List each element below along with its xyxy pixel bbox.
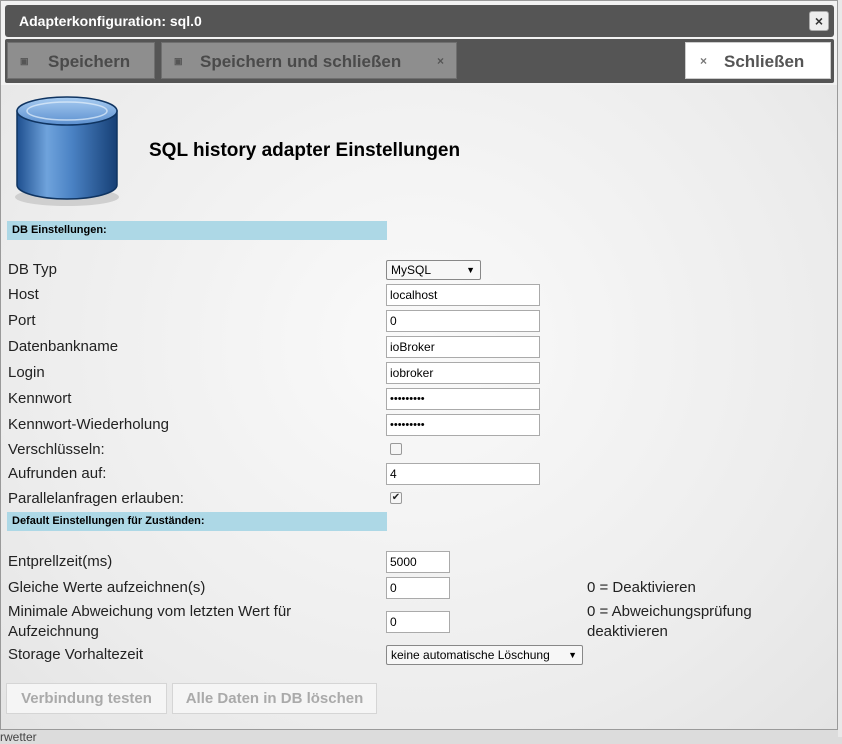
min-change-label-line1: Minimale Abweichung vom letzten Wert für [8,603,292,620]
save-and-close-label: Speichern und schließen [200,52,402,71]
host-input[interactable]: localhost [386,284,540,306]
chevron-down-icon: ▼ [568,650,577,660]
min-change-label-line2: Aufzeichnung [8,623,99,640]
password-input[interactable]: ••••••••• [386,388,540,410]
section-header-defaults: Default Einstellungen für Zuständen: [7,512,387,531]
host-label: Host [8,286,39,303]
dbname-label: Datenbankname [8,338,119,355]
parallel-label: Parallelanfragen erlauben: [8,490,184,507]
background-text: rwetter [0,730,37,744]
close-icon: × [700,54,708,68]
dialog-title: Adapterkonfiguration: sql.0 [19,13,202,29]
round-label: Aufrunden auf: [8,465,107,482]
port-input[interactable]: 0 [386,310,540,332]
db-type-value: MySQL [391,263,432,277]
save-icon: ▣ [174,56,183,66]
save-and-close-button[interactable]: ▣ Speichern und schließen × [161,42,457,79]
round-input[interactable]: 4 [386,463,540,485]
adapter-config-dialog: Adapterkonfiguration: sql.0 × ▣ Speicher… [0,0,838,730]
debounce-input[interactable]: 5000 [386,551,450,573]
encrypt-label: Verschlüsseln: [8,441,105,458]
min-change-hint-line1: 0 = Abweichungsprüfung [587,603,752,620]
section-header-db: DB Einstellungen: [7,221,387,240]
parallel-checkbox[interactable]: ✔ [390,492,402,504]
close-button-label: Schließen [724,52,805,71]
retention-value: keine automatische Löschung [391,648,550,662]
min-change-hint-line2: deaktivieren [587,623,668,640]
same-values-input[interactable]: 0 [386,577,450,599]
encrypt-checkbox[interactable] [390,443,402,455]
min-change-input[interactable]: 0 [386,611,450,633]
close-button[interactable]: × Schließen [685,42,831,79]
login-input[interactable]: iobroker [386,362,540,384]
save-button[interactable]: ▣ Speichern [7,42,155,79]
debounce-label: Entprellzeit(ms) [8,553,113,570]
database-icon [15,96,119,206]
same-values-label: Gleiche Werte aufzeichnen(s) [8,579,206,596]
retention-select[interactable]: keine automatische Löschung ▼ [386,645,583,665]
same-values-hint: 0 = Deaktivieren [587,579,696,596]
background-scroll-area [838,0,842,737]
close-icon: × [436,54,444,68]
db-type-label: DB Typ [8,261,57,278]
chevron-down-icon: ▼ [466,265,475,275]
checkmark-icon: ✔ [391,492,401,503]
save-icon: ▣ [20,56,29,66]
save-button-label: Speichern [48,52,131,71]
dialog-close-icon[interactable]: × [809,11,829,31]
password-repeat-label: Kennwort-Wiederholung [8,416,169,433]
dialog-toolbar: ▣ Speichern ▣ Speichern und schließen × … [5,39,834,83]
test-connection-button[interactable]: Verbindung testen [6,683,167,714]
dialog-titlebar: Adapterkonfiguration: sql.0 × [5,5,834,37]
retention-label: Storage Vorhaltezeit [8,646,144,663]
settings-content: SQL history adapter Einstellungen DB Ein… [1,85,837,729]
login-label: Login [8,364,45,381]
password-repeat-input[interactable]: ••••••••• [386,414,540,436]
port-label: Port [8,312,36,329]
page-title: SQL history adapter Einstellungen [149,140,461,161]
db-type-select[interactable]: MySQL ▼ [386,260,481,280]
delete-all-data-button[interactable]: Alle Daten in DB löschen [172,683,377,714]
dbname-input[interactable]: ioBroker [386,336,540,358]
password-label: Kennwort [8,390,72,407]
